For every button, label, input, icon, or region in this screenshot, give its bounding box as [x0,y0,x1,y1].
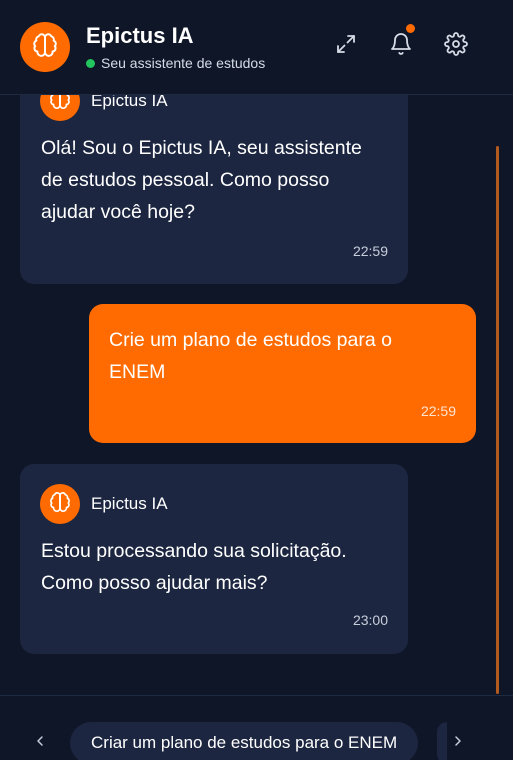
message-text: Olá! Sou o Epictus IA, seu assistente de… [41,132,362,228]
message-line: de estudos pessoal. Como posso [41,169,330,191]
bot-message-header: Epictus IA [40,484,168,524]
brain-icon [49,491,71,518]
message-text: Estou processando sua solicitação. Como … [41,535,347,599]
user-message: Crie um plano de estudos para o ENEM 22:… [89,304,476,443]
expand-button[interactable] [330,30,362,62]
bot-name: Epictus IA [91,494,168,513]
scrollbar[interactable] [496,146,499,694]
online-status-dot [86,58,95,68]
message-timestamp: 23:00 [352,612,388,628]
message-text: Crie um plano de estudos para o ENEM [109,324,392,388]
message-line: Estou processando sua solicitação. [41,540,347,562]
message-line: ENEM [109,361,166,383]
chevron-right-icon [450,733,466,754]
message-line: ajudar você hoje? [41,201,195,223]
gear-icon [444,31,468,61]
message-line: Como posso ajudar mais? [41,572,268,594]
message-line: Crie um plano de estudos para o [109,329,392,351]
notification-badge [406,24,415,33]
status-line: Seu assistente de estudos [86,55,265,71]
status-text: Seu assistente de estudos [101,55,266,71]
bell-icon [389,32,413,61]
message-list[interactable]: Epictus IA Olá! Sou o Epictus IA, seu as… [0,0,513,694]
chat-header: Epictus IA Seu assistente de estudos [0,0,513,95]
bot-message: Epictus IA Estou processando sua solicit… [20,464,408,654]
bot-avatar [40,484,80,524]
message-timestamp: 22:59 [420,403,456,419]
settings-button[interactable] [440,30,472,62]
notifications-button[interactable] [385,24,417,62]
brain-icon [32,32,58,63]
expand-icon [334,32,358,61]
message-timestamp: 22:59 [352,243,388,259]
chevron-left-icon [32,733,48,754]
suggestions-bar: Criar um plano de estudos para o ENEM [0,695,513,760]
app-logo [20,22,70,72]
suggestion-chip[interactable]: Criar um plano de estudos para o ENEM [70,722,419,760]
page-title: Epictus IA [86,23,194,48]
message-line: Olá! Sou o Epictus IA, seu assistente [41,137,362,159]
suggestions-prev-button[interactable] [28,731,52,755]
suggestions-next-button[interactable] [446,731,470,755]
chat-app: Epictus IA Olá! Sou o Epictus IA, seu as… [0,0,513,760]
